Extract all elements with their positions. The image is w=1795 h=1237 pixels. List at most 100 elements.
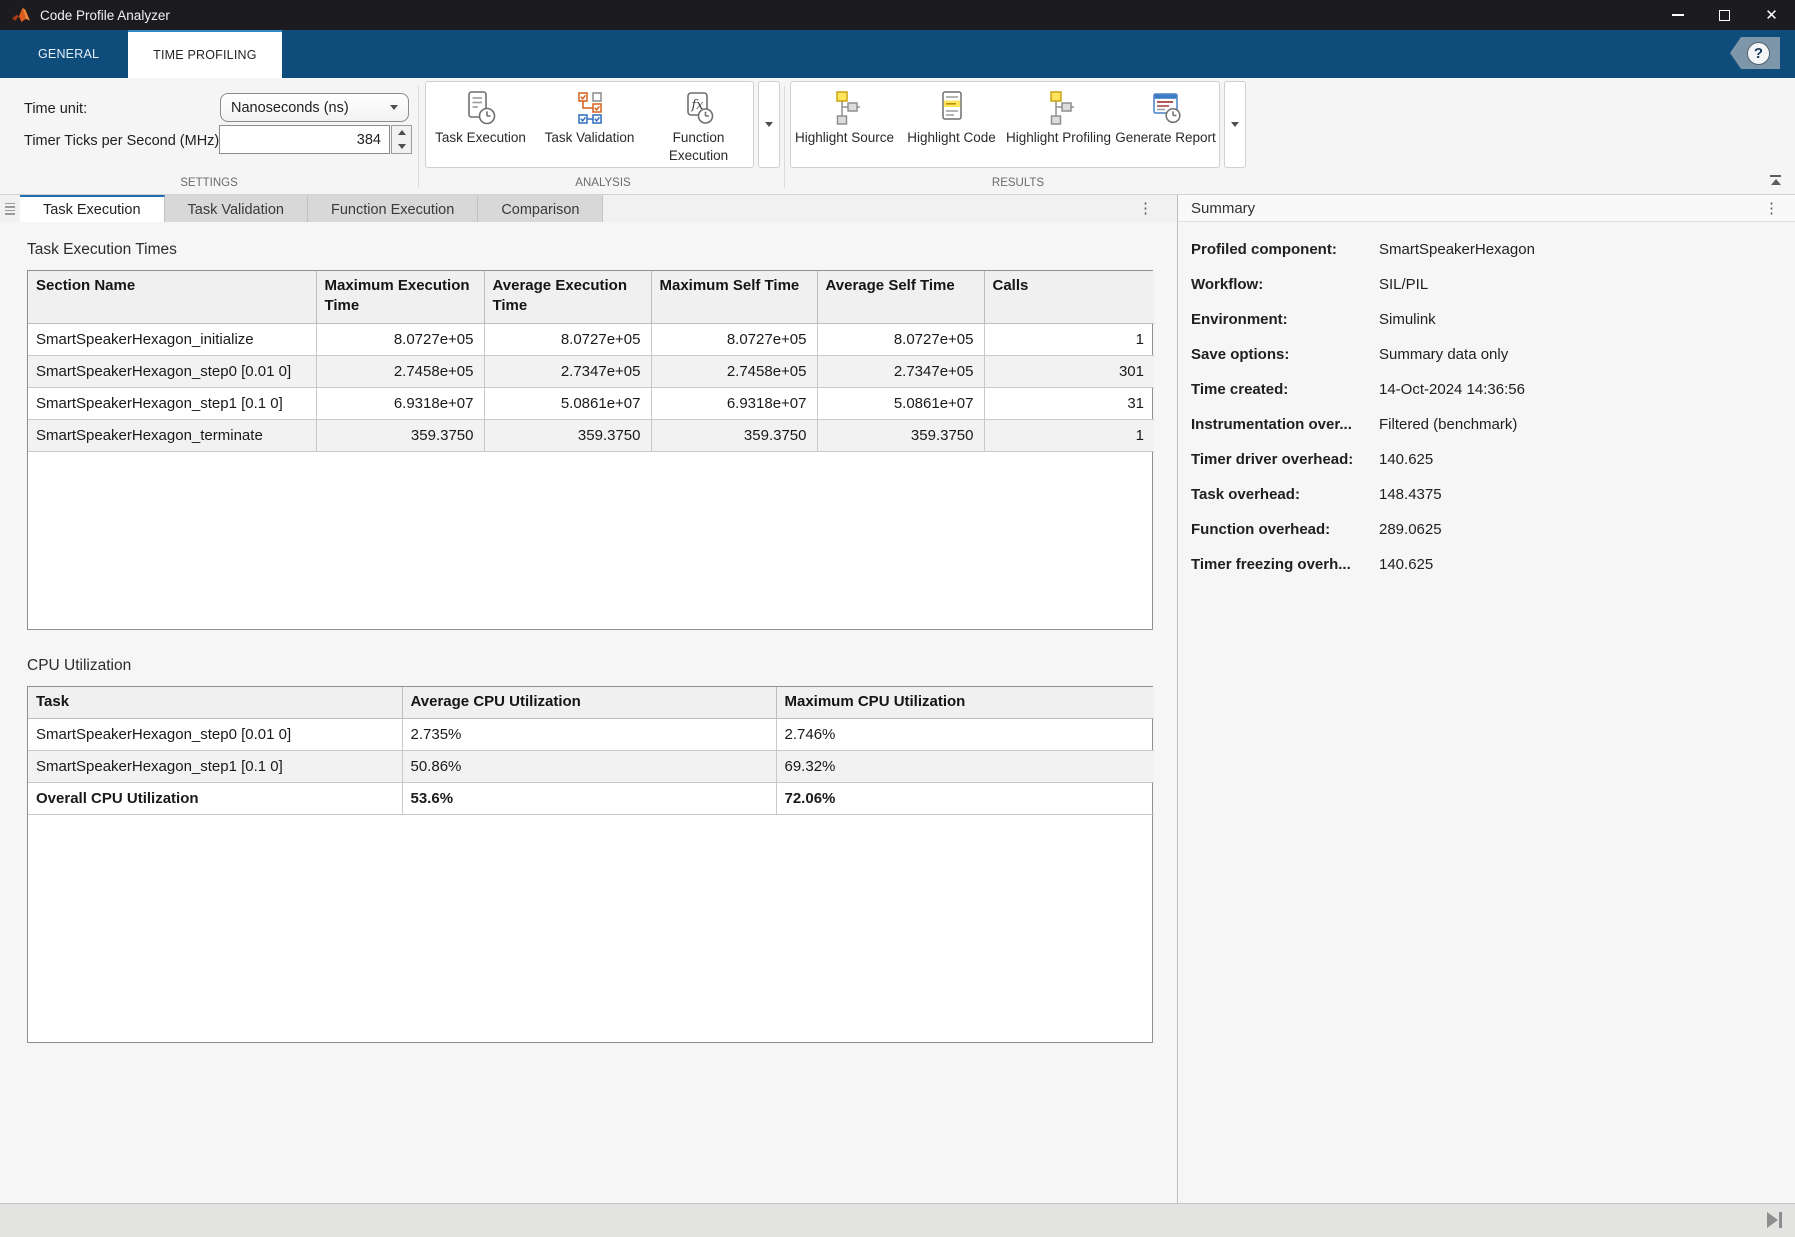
column-header[interactable]: Maximum Execution Time xyxy=(316,271,484,323)
table-row[interactable]: SmartSpeakerHexagon_step0 [0.01 0] 2.745… xyxy=(28,355,1154,387)
highlight-profiling-button[interactable]: Highlight Profiling xyxy=(1005,82,1112,167)
function-execution-button[interactable]: fx Function Execution xyxy=(644,82,753,167)
column-header[interactable]: Calls xyxy=(984,271,1154,323)
analysis-section-label: ANALYSIS xyxy=(425,177,781,189)
settings-section-label: SETTINGS xyxy=(0,177,418,189)
summary-kebab-menu[interactable]: ⋮ xyxy=(1764,201,1779,216)
document-area: Task Execution Task Validation Function … xyxy=(0,195,1795,1203)
results-gallery-expand-button[interactable] xyxy=(1224,81,1246,168)
status-bar xyxy=(0,1203,1795,1237)
code-profile-analyzer-window: Code Profile Analyzer ✕ GENERAL TIME PRO… xyxy=(0,0,1795,1237)
table-row[interactable]: SmartSpeakerHexagon_step0 [0.01 0] 2.735… xyxy=(28,719,1154,751)
help-icon: ? xyxy=(1747,42,1770,65)
highlight-source-button[interactable]: Highlight Source xyxy=(791,82,898,167)
document-pane: Task Execution Task Validation Function … xyxy=(0,195,1178,1203)
skip-to-end-icon xyxy=(1779,1212,1782,1228)
task-validation-button[interactable]: Task Validation xyxy=(535,82,644,167)
tab-time-profiling[interactable]: TIME PROFILING xyxy=(128,30,282,78)
time-unit-value: Nanoseconds (ns) xyxy=(231,100,349,116)
toolbar-divider xyxy=(784,86,785,188)
summary-field: Save options:Summary data only xyxy=(1191,346,1785,381)
column-header[interactable]: Average CPU Utilization xyxy=(402,687,776,719)
summary-fields: Profiled component:SmartSpeakerHexagon W… xyxy=(1178,222,1795,591)
column-header[interactable]: Average Execution Time xyxy=(484,271,651,323)
summary-title: Summary xyxy=(1191,200,1255,217)
summary-field: Profiled component:SmartSpeakerHexagon xyxy=(1191,241,1785,276)
task-execution-view: Task Execution Times Section Name Maximu… xyxy=(0,222,1177,1203)
task-execution-icon xyxy=(461,88,501,128)
minimize-button[interactable] xyxy=(1654,0,1701,30)
summary-panel-header: Summary ⋮ xyxy=(1178,195,1795,222)
close-icon: ✕ xyxy=(1765,8,1778,23)
cpu-utilization-heading: CPU Utilization xyxy=(27,657,1177,675)
doc-tab-function-execution[interactable]: Function Execution xyxy=(308,195,478,222)
window-controls: ✕ xyxy=(1654,0,1795,30)
timer-ticks-label: Timer Ticks per Second (MHz): xyxy=(24,133,223,149)
highlight-profiling-icon xyxy=(1039,88,1079,128)
document-kebab-menu[interactable]: ⋮ xyxy=(1138,201,1153,216)
expand-panel-button[interactable] xyxy=(1767,1212,1782,1228)
table-row[interactable]: SmartSpeakerHexagon_step1 [0.1 0] 6.9318… xyxy=(28,387,1154,419)
matlab-logo-icon xyxy=(11,7,31,24)
chevron-down-icon xyxy=(1231,122,1239,127)
close-button[interactable]: ✕ xyxy=(1748,0,1795,30)
task-execution-times-table: Section Name Maximum Execution Time Aver… xyxy=(27,270,1153,630)
column-header[interactable]: Average Self Time xyxy=(817,271,984,323)
summary-field: Timer driver overhead:140.625 xyxy=(1191,451,1785,486)
stepper-up-button[interactable] xyxy=(392,126,411,140)
stepper-down-button[interactable] xyxy=(392,140,411,154)
chevron-down-icon xyxy=(390,105,398,110)
timer-ticks-value: 384 xyxy=(357,132,381,148)
chevron-down-icon xyxy=(765,122,773,127)
cpu-utilization-table: Task Average CPU Utilization Maximum CPU… xyxy=(27,686,1153,1043)
column-header[interactable]: Section Name xyxy=(28,271,316,323)
maximize-button[interactable] xyxy=(1701,0,1748,30)
table-row[interactable]: Overall CPU Utilization 53.6% 72.06% xyxy=(28,783,1154,815)
collapse-ribbon-icon xyxy=(1771,179,1781,185)
minimize-ribbon-button[interactable] xyxy=(1770,175,1781,185)
generate-report-button[interactable]: Generate Report xyxy=(1112,82,1219,167)
summary-field: Timer freezing overh...140.625 xyxy=(1191,556,1785,591)
timer-ticks-stepper xyxy=(391,125,412,154)
analysis-gallery-expand-button[interactable] xyxy=(758,81,780,168)
table-header-row: Task Average CPU Utilization Maximum CPU… xyxy=(28,687,1154,719)
column-header[interactable]: Maximum CPU Utilization xyxy=(776,687,1154,719)
summary-field: Task overhead:148.4375 xyxy=(1191,486,1785,521)
titlebar: Code Profile Analyzer ✕ xyxy=(0,0,1795,30)
document-tab-strip: Task Execution Task Validation Function … xyxy=(0,195,1177,222)
table-row[interactable]: SmartSpeakerHexagon_step1 [0.1 0] 50.86%… xyxy=(28,751,1154,783)
analysis-button-card: Task Execution xyxy=(425,81,754,168)
arrow-up-icon xyxy=(398,130,406,135)
help-button[interactable]: ? xyxy=(1730,37,1780,69)
doc-tab-task-validation[interactable]: Task Validation xyxy=(165,195,308,222)
results-button-card: Highlight Source Highlight Code xyxy=(790,81,1220,168)
generate-report-icon xyxy=(1146,88,1186,128)
doc-tab-comparison[interactable]: Comparison xyxy=(478,195,603,222)
tab-general[interactable]: GENERAL xyxy=(9,30,128,78)
highlight-code-icon xyxy=(932,88,972,128)
task-validation-icon xyxy=(570,88,610,128)
doc-tab-task-execution[interactable]: Task Execution xyxy=(20,195,165,222)
task-execution-button[interactable]: Task Execution xyxy=(426,82,535,167)
table-row[interactable]: SmartSpeakerHexagon_terminate 359.3750 3… xyxy=(28,419,1154,451)
column-header[interactable]: Maximum Self Time xyxy=(651,271,817,323)
summary-field: Function overhead:289.0625 xyxy=(1191,521,1785,556)
ribbon-toolbar: Time unit: Nanoseconds (ns) Timer Ticks … xyxy=(0,78,1795,195)
minimize-icon xyxy=(1672,14,1684,16)
highlight-code-button[interactable]: Highlight Code xyxy=(898,82,1005,167)
time-unit-dropdown[interactable]: Nanoseconds (ns) xyxy=(220,93,409,122)
skip-to-end-icon xyxy=(1767,1212,1778,1228)
time-unit-label: Time unit: xyxy=(24,101,87,117)
summary-field: Workflow:SIL/PIL xyxy=(1191,276,1785,311)
results-section-label: RESULTS xyxy=(790,177,1246,189)
column-header[interactable]: Task xyxy=(28,687,402,719)
table-row[interactable]: SmartSpeakerHexagon_initialize 8.0727e+0… xyxy=(28,323,1154,355)
tab-strip-grip-handle[interactable] xyxy=(0,195,20,222)
collapse-ribbon-icon xyxy=(1770,175,1781,177)
maximize-icon xyxy=(1719,10,1730,21)
summary-field: Environment:Simulink xyxy=(1191,311,1785,346)
ribbon-tab-strip: GENERAL TIME PROFILING ? xyxy=(0,30,1795,78)
highlight-source-icon xyxy=(825,88,865,128)
summary-field: Instrumentation over...Filtered (benchma… xyxy=(1191,416,1785,451)
timer-ticks-input[interactable]: 384 xyxy=(219,125,390,154)
